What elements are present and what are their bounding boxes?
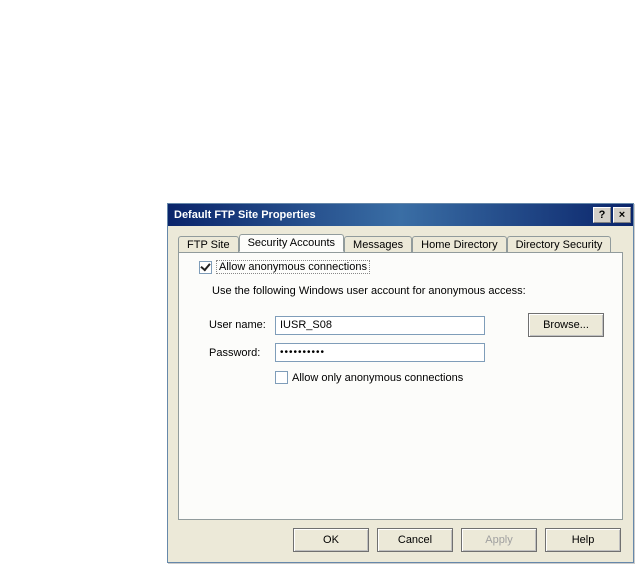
- allow-anonymous-checkbox[interactable]: [199, 261, 212, 274]
- allow-only-checkbox[interactable]: [275, 371, 288, 384]
- anonymous-description: Use the following Windows user account f…: [212, 285, 526, 297]
- tab-directory-security[interactable]: Directory Security: [507, 236, 612, 253]
- titlebar[interactable]: Default FTP Site Properties ? ×: [168, 204, 633, 226]
- password-label: Password:: [209, 347, 275, 359]
- help-button[interactable]: ?: [593, 207, 611, 223]
- tab-security-accounts[interactable]: Security Accounts: [239, 234, 344, 252]
- client-area: FTP Site Security Accounts Messages Home…: [168, 226, 633, 562]
- tab-messages[interactable]: Messages: [344, 236, 412, 253]
- allow-anonymous-label: Allow anonymous connections: [216, 260, 370, 274]
- properties-dialog: Default FTP Site Properties ? × FTP Site…: [167, 203, 634, 563]
- tab-strip: FTP Site Security Accounts Messages Home…: [178, 232, 623, 252]
- ok-button[interactable]: OK: [293, 528, 369, 552]
- password-input[interactable]: ••••••••••: [275, 343, 485, 362]
- username-input[interactable]: IUSR_S08: [275, 316, 485, 335]
- cancel-button[interactable]: Cancel: [377, 528, 453, 552]
- security-accounts-panel: Allow anonymous connections Use the foll…: [178, 252, 623, 520]
- allow-anonymous-row: Allow anonymous connections: [199, 260, 370, 274]
- close-button[interactable]: ×: [613, 207, 631, 223]
- tab-ftp-site[interactable]: FTP Site: [178, 236, 239, 253]
- password-row: Password: ••••••••••: [209, 343, 604, 362]
- allow-only-row: Allow only anonymous connections: [275, 371, 463, 384]
- apply-button[interactable]: Apply: [461, 528, 537, 552]
- allow-only-label: Allow only anonymous connections: [292, 372, 463, 384]
- window-title: Default FTP Site Properties: [174, 209, 591, 221]
- username-label: User name:: [209, 319, 275, 331]
- dialog-buttons: OK Cancel Apply Help: [293, 528, 621, 552]
- browse-button[interactable]: Browse...: [528, 313, 604, 337]
- help-button-bottom[interactable]: Help: [545, 528, 621, 552]
- username-row: User name: IUSR_S08 Browse...: [209, 313, 604, 337]
- tab-home-directory[interactable]: Home Directory: [412, 236, 506, 253]
